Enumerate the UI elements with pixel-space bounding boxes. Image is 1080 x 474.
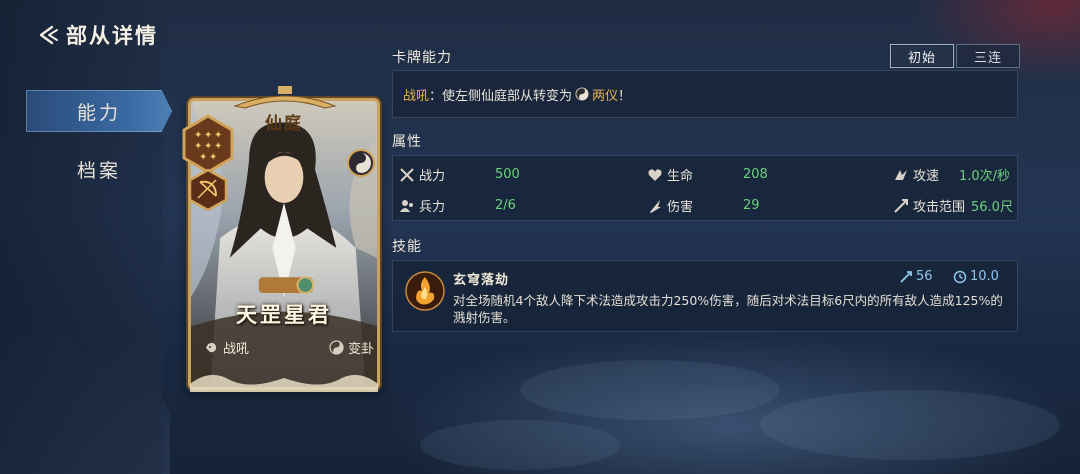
attack-speed-icon — [895, 169, 907, 180]
unit-card: 仙庭 ✦ ✦ ✦ ✦ ✦ ✦ ✦ ✦ 天罡星君 战吼 变卦 — [180, 84, 388, 396]
skill-cooldown: 10.0 — [953, 269, 999, 284]
range-icon — [900, 270, 912, 283]
back-icon[interactable] — [36, 23, 60, 47]
skill-row: 玄穹落劫 56 10.0 对全场随机4个敌人降下术法造成攻击力250%伤害，随后… — [392, 260, 1018, 332]
attr-label: 伤害 — [667, 200, 694, 215]
card-tag-roar: 战吼 — [204, 338, 249, 357]
sidebar-item-ability[interactable]: 能力 — [26, 90, 172, 132]
ability-target: 两仪 — [592, 88, 619, 104]
attr-label: 生命 — [667, 169, 694, 184]
attr-power: 战力 500 — [399, 165, 520, 184]
attr-label: 战力 — [419, 169, 446, 184]
troops-icon — [400, 199, 413, 212]
ability-text: ：使左侧仙庭部从转变为 — [429, 88, 573, 104]
range-icon — [894, 198, 908, 213]
attributes-heading: 属性 — [392, 134, 422, 150]
svg-text:✦: ✦ — [214, 130, 222, 141]
damage-icon — [650, 199, 661, 213]
sidebar — [0, 0, 163, 474]
skill-name: 玄穹落劫 — [453, 273, 510, 288]
swords-icon — [400, 167, 414, 182]
attr-value: 1.0次/秒 — [959, 169, 1011, 184]
bow-class-icon — [188, 168, 228, 212]
svg-text:✦: ✦ — [209, 152, 217, 163]
svg-text:✦: ✦ — [214, 141, 222, 152]
ability-end: ！ — [618, 88, 632, 104]
attr-value: 56.0尺 — [971, 200, 1013, 215]
star-rank-icon: ✦ ✦ ✦ ✦ ✦ ✦ ✦ ✦ — [182, 114, 234, 174]
attributes-panel: 战力 500 生命 208 攻速 1.0次/秒 兵力 2/6 伤害 29 攻击范… — [392, 155, 1018, 221]
sidebar-item-archive[interactable]: 档案 — [26, 148, 172, 190]
yinyang-icon — [347, 149, 375, 177]
yinyang-icon — [575, 87, 589, 101]
card-tags: 战吼 变卦 — [204, 338, 374, 357]
attr-troops: 兵力 2/6 — [399, 196, 516, 215]
svg-text:✦: ✦ — [194, 141, 202, 152]
card-tag-label: 变卦 — [347, 342, 374, 357]
skill-cooldown-value: 10.0 — [970, 269, 999, 284]
attr-hp: 生命 208 — [647, 165, 768, 184]
attr-value: 208 — [743, 167, 768, 182]
skill-fire-icon — [405, 271, 445, 311]
svg-text:✦: ✦ — [204, 141, 212, 152]
card-unit-name: 天罡星君 — [236, 302, 332, 327]
header: 部从详情 — [36, 20, 158, 50]
card-ability-heading: 卡牌能力 — [392, 50, 452, 66]
svg-text:✦: ✦ — [204, 130, 212, 141]
svg-text:✦: ✦ — [199, 152, 207, 163]
card-tag-label: 战吼 — [223, 342, 250, 357]
toggle-triple[interactable]: 三连 — [956, 44, 1020, 68]
ability-keyword: 战吼 — [403, 88, 430, 104]
attr-damage: 伤害 29 — [647, 196, 760, 215]
svg-text:✦: ✦ — [194, 130, 202, 141]
roar-icon — [206, 342, 217, 353]
heart-icon — [648, 168, 662, 181]
page-title: 部从详情 — [66, 23, 158, 48]
attr-label: 兵力 — [419, 200, 446, 215]
clock-icon — [953, 270, 967, 283]
card-ability-panel: 战吼 ：使左侧仙庭部从转变为 两仪 ！ — [392, 70, 1018, 118]
attr-range: 攻击范围 56.0尺 — [893, 196, 1013, 215]
attr-value: 2/6 — [495, 198, 516, 213]
skill-cost-value: 56 — [916, 269, 933, 284]
attr-label: 攻击范围 — [913, 200, 966, 215]
attr-label: 攻速 — [913, 169, 940, 184]
toggle-initial[interactable]: 初始 — [890, 44, 954, 68]
card-tag-change: 变卦 — [329, 338, 374, 357]
yinyang-icon — [329, 340, 344, 355]
attr-value: 29 — [743, 198, 760, 213]
card-cloud-ornament — [190, 374, 378, 392]
skill-description: 对全场随机4个敌人降下术法造成攻击力250%伤害，随后对术法目标6尺内的所有敌人… — [453, 293, 1003, 325]
attr-attack-speed: 攻速 1.0次/秒 — [893, 165, 1010, 184]
attr-value: 500 — [495, 167, 520, 182]
skill-cost: 56 — [899, 269, 933, 284]
skills-heading: 技能 — [392, 239, 422, 255]
